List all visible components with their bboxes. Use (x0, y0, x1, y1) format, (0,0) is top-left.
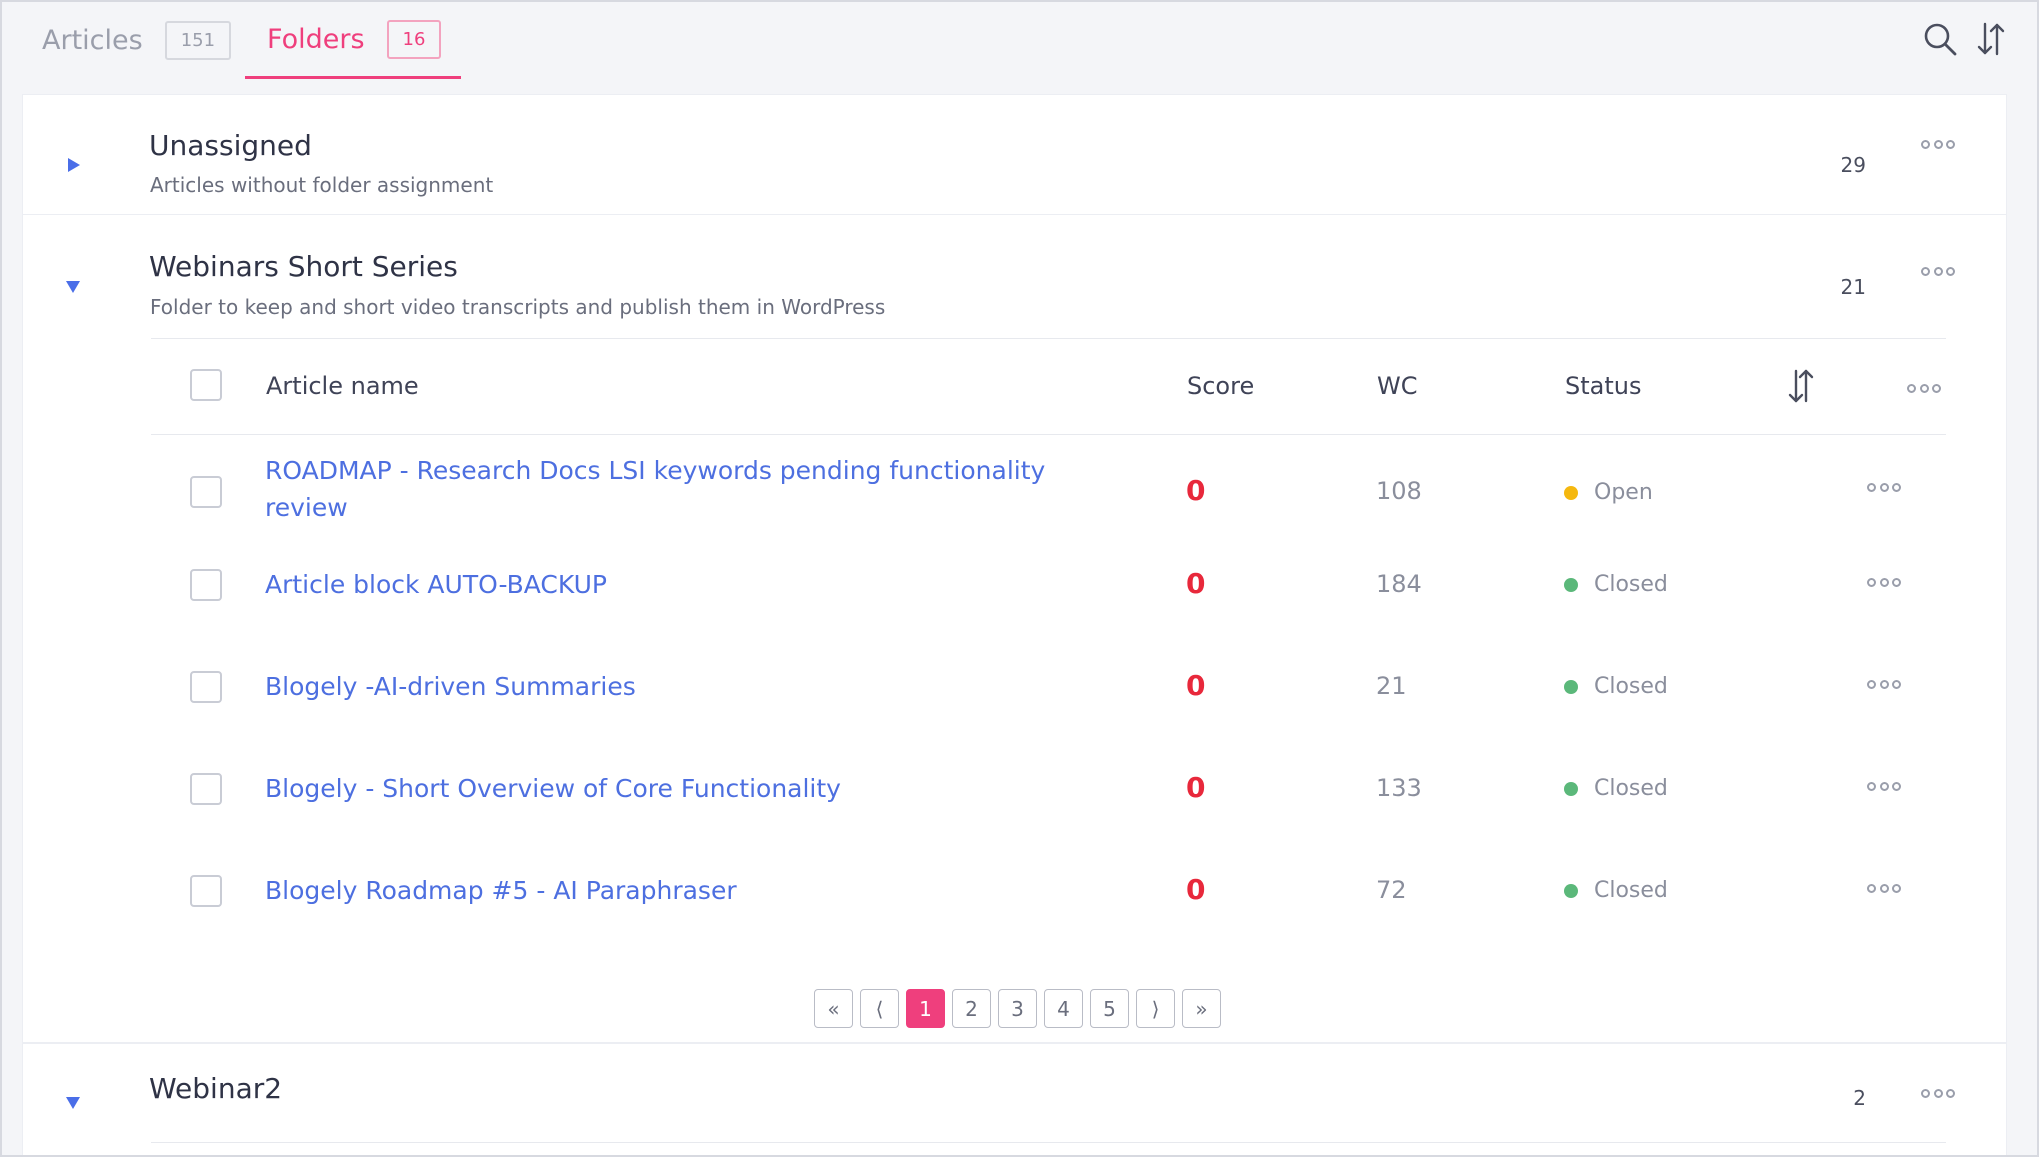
table-row: ROADMAP - Research Docs LSI keywords pen… (151, 435, 1946, 548)
sort-icon[interactable] (1972, 20, 2010, 58)
article-word-count: 184 (1376, 570, 1422, 598)
pagination-page-1[interactable]: 1 (906, 989, 945, 1028)
app-frame: Articles 151 Folders 16 Unassigned Artic… (0, 0, 2039, 1157)
pagination: « ⟨ 1 2 3 4 5 ⟩ » (814, 989, 1221, 1028)
tab-folders-label: Folders (267, 23, 365, 55)
chevron-down-icon[interactable] (63, 276, 83, 296)
tab-articles-count: 151 (164, 21, 232, 60)
row-more-menu-icon[interactable] (1867, 481, 1901, 493)
folder-card-unassigned: Unassigned Articles without folder assig… (22, 94, 2007, 215)
select-all-checkbox[interactable] (190, 369, 222, 401)
status-label: Closed (1594, 572, 1668, 597)
tab-articles-label: Articles (42, 25, 143, 56)
article-name-link[interactable]: Blogely -AI-driven Summaries (265, 668, 1065, 705)
folder-card-webinars-short-series: Webinars Short Series Folder to keep and… (22, 215, 2007, 1043)
article-status: Closed (1564, 776, 1668, 801)
pagination-last-button[interactable]: » (1182, 989, 1221, 1028)
pagination-page-2[interactable]: 2 (952, 989, 991, 1028)
chevron-down-icon[interactable] (63, 1092, 83, 1112)
folder-article-count: 2 (1853, 1086, 1866, 1110)
pagination-next-button[interactable]: ⟩ (1136, 989, 1175, 1028)
tab-articles[interactable]: Articles 151 (42, 2, 232, 79)
row-more-menu-icon[interactable] (1867, 780, 1901, 792)
status-dot-icon (1564, 679, 1578, 694)
article-name-link[interactable]: ROADMAP - Research Docs LSI keywords pen… (265, 452, 1065, 526)
folder-more-menu-icon[interactable] (1921, 1087, 1955, 1099)
sort-icon[interactable] (1785, 367, 1817, 405)
divider (151, 1142, 1946, 1143)
column-header-score[interactable]: Score (1187, 372, 1254, 400)
article-score: 0 (1186, 771, 1206, 804)
status-dot-icon (1564, 883, 1578, 898)
column-header-status[interactable]: Status (1565, 372, 1641, 400)
folder-more-menu-icon[interactable] (1921, 138, 1955, 150)
folder-more-menu-icon[interactable] (1921, 265, 1955, 277)
tab-folders[interactable]: Folders 16 (245, 2, 461, 79)
table-more-menu-icon[interactable] (1907, 382, 1941, 394)
folder-card-webinar2: Webinar2 2 (22, 1043, 2007, 1155)
table-row: Blogely -AI-driven Summaries 0 21 Closed (151, 650, 1946, 752)
column-header-wc[interactable]: WC (1377, 372, 1418, 400)
article-status: Open (1564, 480, 1653, 505)
column-header-article-name[interactable]: Article name (266, 372, 419, 400)
article-score: 0 (1186, 873, 1206, 906)
row-checkbox[interactable] (190, 875, 222, 907)
chevron-right-icon[interactable] (63, 155, 83, 175)
article-word-count: 133 (1376, 774, 1422, 802)
pagination-page-4[interactable]: 4 (1044, 989, 1083, 1028)
pagination-page-3[interactable]: 3 (998, 989, 1037, 1028)
row-more-menu-icon[interactable] (1867, 678, 1901, 690)
pagination-first-button[interactable]: « (814, 989, 853, 1028)
status-label: Closed (1594, 674, 1668, 699)
article-name-link[interactable]: Blogely Roadmap #5 - AI Paraphraser (265, 872, 1065, 909)
articles-table: Article name Score WC Status ROADMAP - R… (151, 338, 1946, 956)
row-more-menu-icon[interactable] (1867, 576, 1901, 588)
folder-title[interactable]: Unassigned (149, 129, 312, 162)
row-more-menu-icon[interactable] (1867, 882, 1901, 894)
table-row: Blogely - Short Overview of Core Functio… (151, 752, 1946, 854)
article-score: 0 (1186, 669, 1206, 702)
folder-title[interactable]: Webinar2 (149, 1072, 282, 1105)
row-checkbox[interactable] (190, 476, 222, 508)
folder-description: Folder to keep and short video transcrip… (150, 295, 886, 319)
table-row: Blogely Roadmap #5 - AI Paraphraser 0 72… (151, 854, 1946, 956)
search-icon[interactable] (1921, 20, 1959, 58)
article-name-link[interactable]: Blogely - Short Overview of Core Functio… (265, 770, 1065, 807)
table-header: Article name Score WC Status (151, 338, 1946, 435)
article-score: 0 (1186, 474, 1206, 507)
table-row: Article block AUTO-BACKUP 0 184 Closed (151, 548, 1946, 650)
status-dot-icon (1564, 577, 1578, 592)
row-checkbox[interactable] (190, 671, 222, 703)
folder-article-count: 21 (1840, 275, 1866, 299)
tab-bar: Articles 151 Folders 16 (2, 2, 2037, 94)
pagination-prev-button[interactable]: ⟨ (860, 989, 899, 1028)
folder-description: Articles without folder assignment (150, 173, 494, 197)
row-checkbox[interactable] (190, 773, 222, 805)
article-status: Closed (1564, 878, 1668, 903)
pagination-page-5[interactable]: 5 (1090, 989, 1129, 1028)
status-label: Closed (1594, 878, 1668, 903)
article-status: Closed (1564, 674, 1668, 699)
status-label: Closed (1594, 776, 1668, 801)
article-score: 0 (1186, 567, 1206, 600)
row-checkbox[interactable] (190, 569, 222, 601)
status-dot-icon (1564, 781, 1578, 796)
article-status: Closed (1564, 572, 1668, 597)
folder-title[interactable]: Webinars Short Series (149, 250, 458, 283)
tab-folders-count: 16 (386, 19, 442, 59)
article-word-count: 21 (1376, 672, 1407, 700)
status-dot-icon (1564, 485, 1578, 500)
article-word-count: 72 (1376, 876, 1407, 904)
article-name-link[interactable]: Article block AUTO-BACKUP (265, 566, 1065, 603)
article-word-count: 108 (1376, 477, 1422, 505)
folder-article-count: 29 (1840, 153, 1866, 177)
status-label: Open (1594, 480, 1653, 505)
